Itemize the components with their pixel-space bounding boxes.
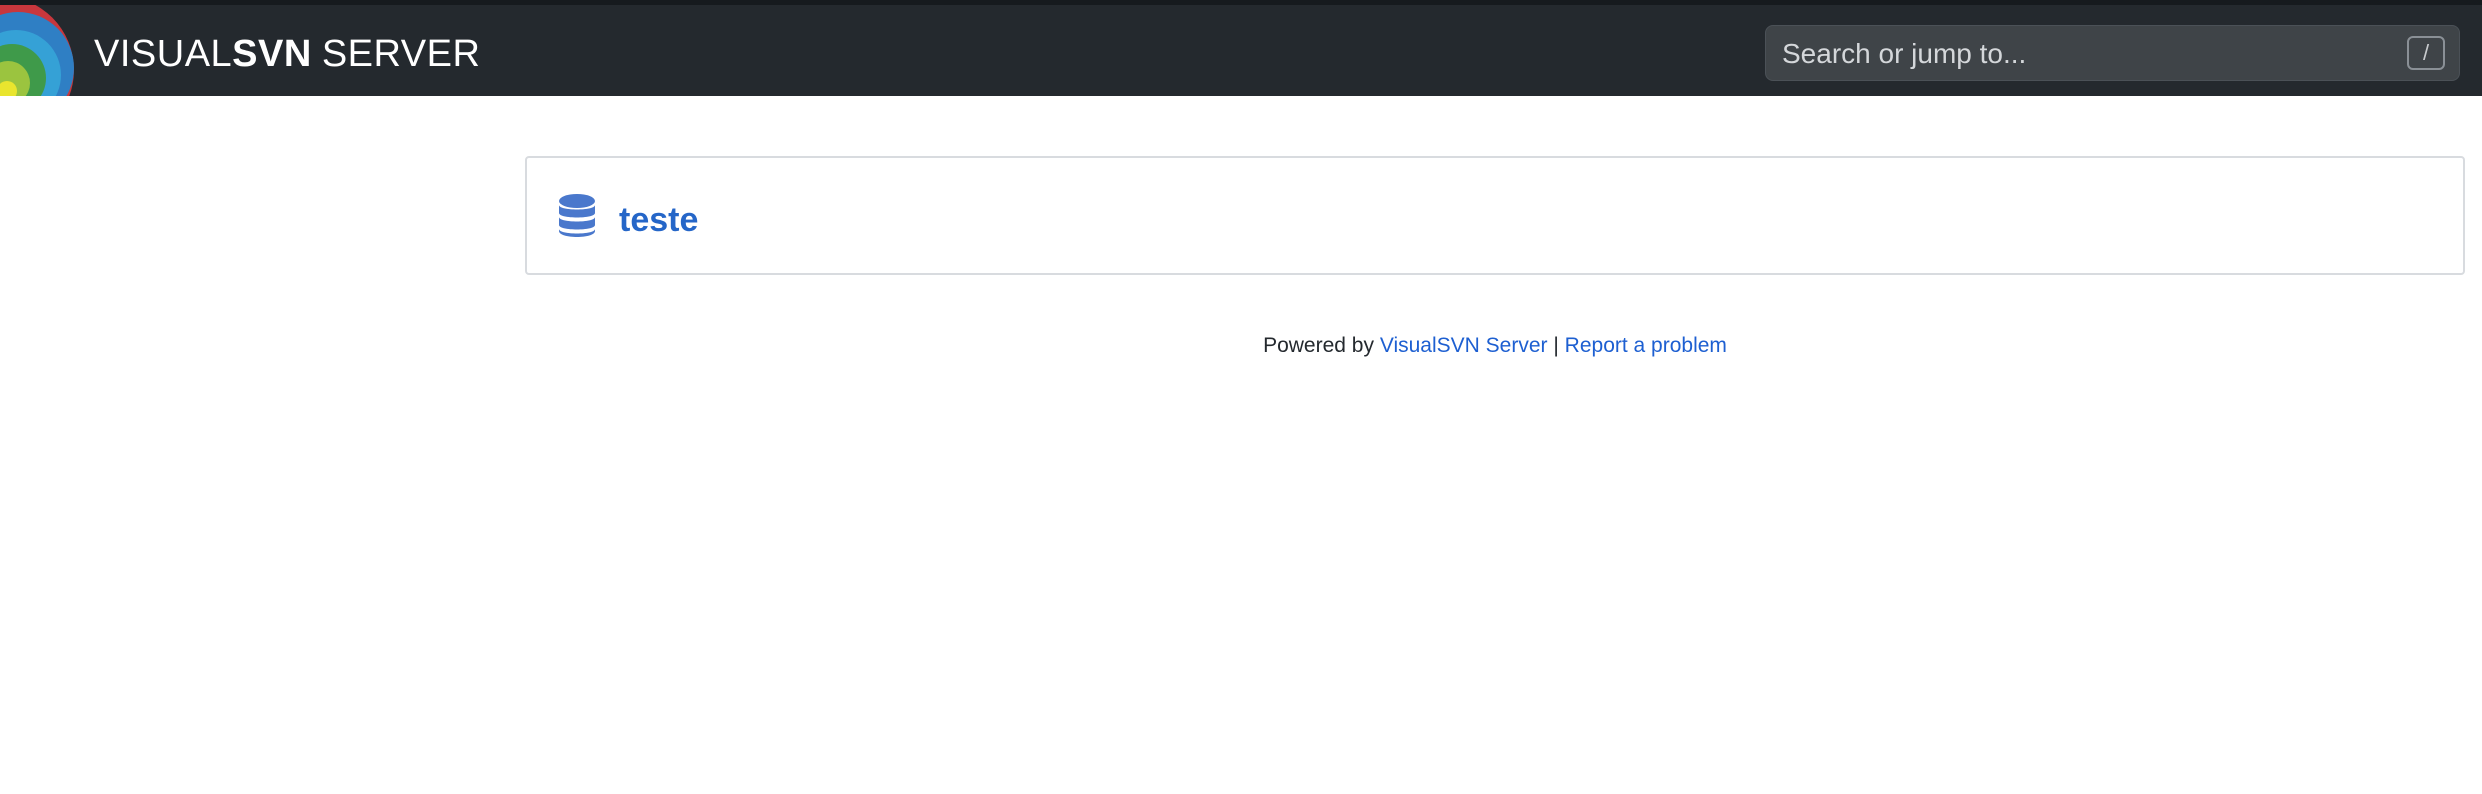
search-input[interactable]: Search or jump to... /	[1765, 25, 2460, 81]
brand-bold-text: SVN	[232, 33, 312, 75]
footer-separator: |	[1553, 334, 1559, 357]
repository-link[interactable]: teste	[619, 201, 698, 239]
search-shortcut-key: /	[2407, 36, 2445, 70]
report-problem-link[interactable]: Report a problem	[1565, 334, 1727, 357]
search-placeholder: Search or jump to...	[1782, 38, 2027, 69]
database-icon	[557, 193, 597, 239]
repository-list-item[interactable]: teste	[525, 156, 2465, 275]
top-navigation-bar: VISUALSVN SERVER Search or jump to... /	[0, 0, 2482, 96]
brand-suffix-text: SERVER	[321, 33, 481, 75]
brand-light-text: VISUAL	[94, 33, 233, 75]
brand-wordmark[interactable]: VISUALSVN SERVER	[94, 35, 480, 73]
visualsvn-server-link[interactable]: VisualSVN Server	[1380, 334, 1548, 357]
page-footer: Powered by VisualSVN Server | Report a p…	[525, 333, 2465, 358]
visualsvn-logo-icon[interactable]	[0, 5, 78, 96]
powered-by-text: Powered by	[1263, 334, 1374, 357]
